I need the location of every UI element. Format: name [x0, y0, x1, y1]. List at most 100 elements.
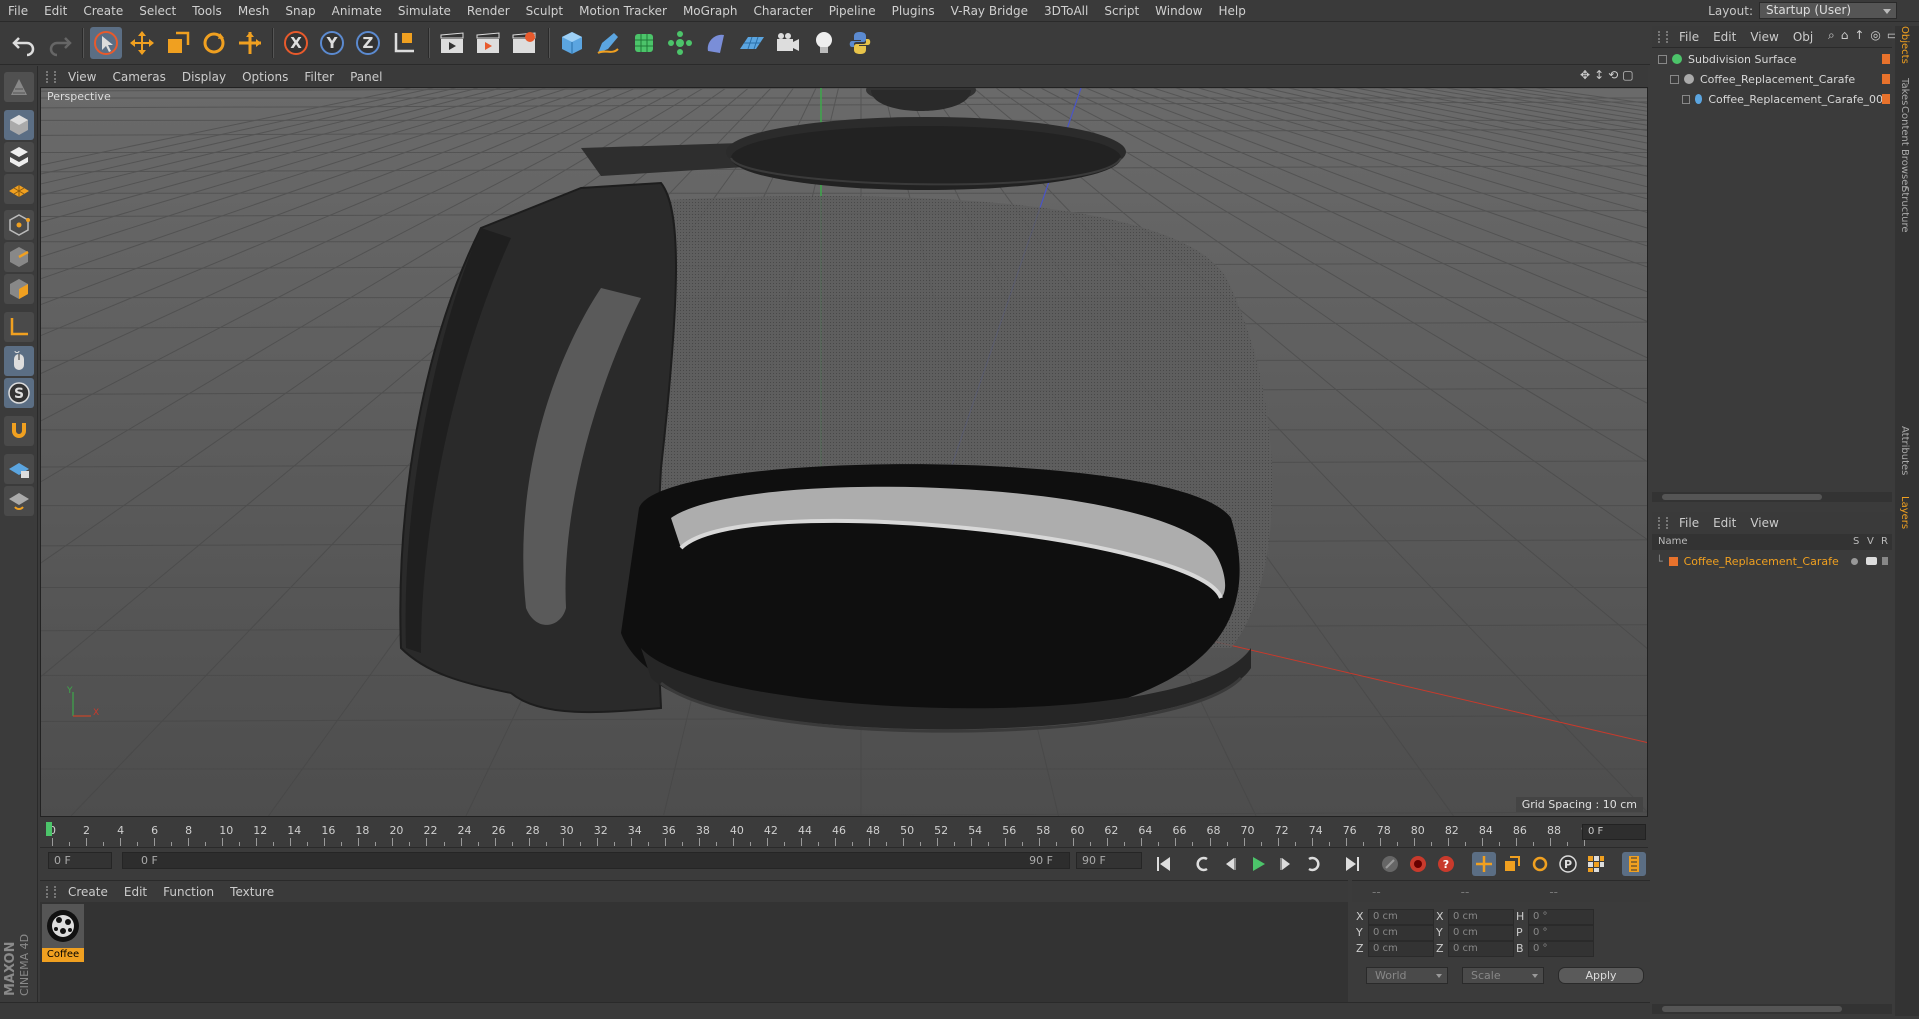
undo-button[interactable] — [8, 27, 40, 59]
side-tab-takes[interactable]: Takes — [1899, 78, 1910, 105]
menu-pipeline[interactable]: Pipeline — [821, 0, 884, 22]
object-tree-row[interactable]: Subdivision Surface — [1658, 50, 1890, 68]
model-mode-button[interactable] — [4, 110, 34, 140]
floor-button[interactable] — [736, 27, 768, 59]
maximize-icon[interactable]: ▢ — [1622, 68, 1633, 82]
menu-render[interactable]: Render — [459, 0, 518, 22]
menu-3dtoall[interactable]: 3DToAll — [1036, 0, 1096, 22]
layer-manager-scrollbar[interactable] — [1652, 1004, 1892, 1014]
material-manager-area[interactable]: Coffee — [40, 902, 1348, 1002]
rotate-button[interactable] — [198, 27, 230, 59]
tree-expand-icon[interactable] — [1670, 74, 1679, 84]
layer-solo-icon[interactable] — [1851, 557, 1858, 565]
side-tab-layers[interactable]: Layers — [1899, 496, 1910, 529]
next-key-button[interactable] — [1302, 852, 1326, 876]
search-icon[interactable]: ⌕ — [1828, 28, 1835, 43]
coord-value-field[interactable]: 0 cm — [1368, 925, 1434, 941]
start-frame-field[interactable]: 0 F — [48, 852, 112, 869]
viewport-menu-filter[interactable]: Filter — [296, 70, 342, 84]
python-button[interactable] — [844, 27, 876, 59]
object-tree-row[interactable]: Coffee_Replacement_Carafe — [1670, 70, 1890, 88]
make-editable-button[interactable] — [4, 72, 34, 102]
snap-button[interactable]: S — [4, 378, 34, 408]
menu-character[interactable]: Character — [745, 0, 820, 22]
key-parameter-button[interactable]: P — [1556, 852, 1580, 876]
coord-value-field[interactable]: 0 cm — [1368, 941, 1434, 957]
menu-plugins[interactable]: Plugins — [884, 0, 943, 22]
array-button[interactable] — [664, 27, 696, 59]
object-menu-view[interactable]: View — [1743, 30, 1785, 44]
keyframe-selection-button[interactable]: ? — [1434, 852, 1458, 876]
pen-button[interactable] — [592, 27, 624, 59]
axis-mode-button[interactable] — [4, 312, 34, 342]
menu-simulate[interactable]: Simulate — [390, 0, 459, 22]
material-menu-create[interactable]: Create — [60, 885, 116, 899]
object-layer-tag[interactable] — [1882, 54, 1890, 64]
polygons-mode-button[interactable] — [4, 274, 34, 304]
playhead-marker[interactable] — [46, 822, 52, 836]
autokey-button[interactable] — [1406, 852, 1430, 876]
menu-edit[interactable]: Edit — [36, 0, 75, 22]
render-picture-viewer-button[interactable] — [472, 27, 504, 59]
side-tab-attributes[interactable]: Attributes — [1899, 426, 1910, 475]
coordinate-system-button[interactable] — [388, 27, 420, 59]
viewport-menu-options[interactable]: Options — [234, 70, 296, 84]
coord-value-field[interactable]: 0 cm — [1448, 925, 1514, 941]
tweak-mode-button[interactable] — [4, 346, 34, 376]
tree-expand-icon[interactable] — [1682, 94, 1690, 104]
render-view-button[interactable] — [436, 27, 468, 59]
record-keys-button[interactable] — [1378, 852, 1402, 876]
coord-value-field[interactable]: 0 cm — [1448, 909, 1514, 925]
viewport-menu-view[interactable]: View — [60, 70, 104, 84]
current-frame-field[interactable]: 0 F — [1582, 824, 1646, 840]
menu-script[interactable]: Script — [1096, 0, 1147, 22]
object-menu-edit[interactable]: Edit — [1706, 30, 1743, 44]
points-mode-button[interactable] — [4, 210, 34, 240]
lock-icon[interactable]: ◎ — [1870, 28, 1880, 43]
workplane-mode-button[interactable] — [4, 174, 34, 204]
menu-file[interactable]: File — [0, 0, 36, 22]
menu-window[interactable]: Window — [1147, 0, 1210, 22]
render-settings-button[interactable] — [508, 27, 540, 59]
key-position-button[interactable] — [1472, 852, 1496, 876]
side-tab-content-browser[interactable]: Content Browser — [1899, 106, 1910, 189]
x-axis-button[interactable]: X — [280, 27, 312, 59]
material-item[interactable]: Coffee — [42, 904, 84, 962]
edges-mode-button[interactable] — [4, 242, 34, 272]
object-manager-scrollbar[interactable] — [1652, 492, 1892, 502]
menu-create[interactable]: Create — [75, 0, 131, 22]
redo-button[interactable] — [44, 27, 76, 59]
object-layer-tag[interactable] — [1882, 94, 1890, 104]
layer-menu-edit[interactable]: Edit — [1706, 516, 1743, 530]
tree-expand-icon[interactable] — [1658, 54, 1667, 64]
scale-button[interactable] — [162, 27, 194, 59]
locked-workplane-button[interactable] — [4, 486, 34, 516]
z-axis-button[interactable]: Z — [352, 27, 384, 59]
coord-value-field[interactable]: 0 ° — [1528, 925, 1594, 941]
frame-range-slider[interactable]: 0 F 90 F — [122, 852, 1070, 869]
coord-value-field[interactable]: 0 ° — [1528, 909, 1594, 925]
layout-dropdown[interactable]: Startup (User) — [1759, 2, 1897, 19]
viewport-menu-display[interactable]: Display — [174, 70, 234, 84]
viewport-menu-panel[interactable]: Panel — [342, 70, 390, 84]
orbit-icon[interactable]: ⟲ — [1608, 68, 1618, 82]
coord-value-field[interactable]: 0 cm — [1368, 909, 1434, 925]
coordinate-scale-dropdown[interactable]: Scale — [1462, 967, 1544, 984]
cube-button[interactable] — [556, 27, 588, 59]
subdivision-button[interactable] — [628, 27, 660, 59]
workplane-lock-button[interactable] — [4, 454, 34, 484]
previous-key-button[interactable] — [1190, 852, 1214, 876]
go-to-end-button[interactable] — [1340, 852, 1364, 876]
coord-value-field[interactable]: 0 cm — [1448, 941, 1514, 957]
apply-button[interactable]: Apply — [1558, 967, 1644, 984]
object-tree-row[interactable]: Coffee_Replacement_Carafe_001 — [1682, 90, 1890, 108]
eye-icon[interactable] — [1866, 557, 1877, 565]
menu-v-ray-bridge[interactable]: V-Ray Bridge — [943, 0, 1036, 22]
menu-mograph[interactable]: MoGraph — [675, 0, 746, 22]
object-menu-file[interactable]: File — [1672, 30, 1706, 44]
menu-sculpt[interactable]: Sculpt — [518, 0, 571, 22]
play-button[interactable] — [1246, 852, 1270, 876]
side-tab-objects[interactable]: Objects — [1899, 26, 1910, 64]
end-frame-field[interactable]: 90 F — [1076, 852, 1142, 869]
go-to-start-button[interactable] — [1152, 852, 1176, 876]
